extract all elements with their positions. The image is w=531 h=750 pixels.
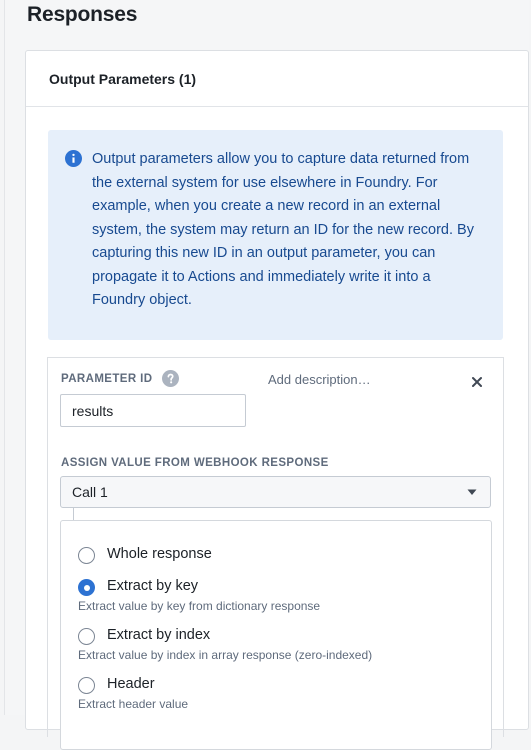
responses-panel: Responses Output Parameters (1) Output p… [4,0,529,750]
card-header: Output Parameters (1) [26,51,528,107]
page-title: Responses [27,3,138,26]
assign-value-label: ASSIGN VALUE FROM WEBHOOK RESPONSE [61,457,329,469]
parameter-id-input[interactable]: results [60,394,246,427]
card-title: Output Parameters (1) [49,71,197,87]
info-callout: Output parameters allow you to capture d… [48,130,503,340]
option-description: Extract header value [78,697,189,711]
option-description: Extract value by key from dictionary res… [78,599,321,613]
parameter-id-label: PARAMETER ID [61,373,153,385]
option-label: Header [107,676,155,692]
option-description: Extract value by index in array response… [78,648,373,662]
radio-extract-by-index[interactable] [78,628,95,645]
extraction-options: Whole response Extract by key Extract va… [60,520,492,750]
select-value: Call 1 [72,484,108,500]
output-parameter: PARAMETER ID Add description… results AS… [47,357,504,750]
info-icon [65,150,82,167]
radio-whole-response[interactable] [78,547,95,564]
radio-header[interactable] [78,677,95,694]
output-parameters-card: Output Parameters (1) Output parameters … [25,50,529,750]
callout-text: Output parameters allow you to capture d… [92,151,474,308]
help-icon[interactable] [162,370,179,387]
option-label: Extract by index [107,627,211,643]
caret-down-icon [467,489,477,495]
webhook-call-select[interactable]: Call 1 [60,476,491,508]
add-description-link[interactable]: Add description… [268,372,371,387]
option-label: Extract by key [107,578,199,594]
close-icon[interactable] [471,376,483,388]
radio-extract-by-key[interactable] [78,579,95,596]
option-label: Whole response [107,546,212,562]
